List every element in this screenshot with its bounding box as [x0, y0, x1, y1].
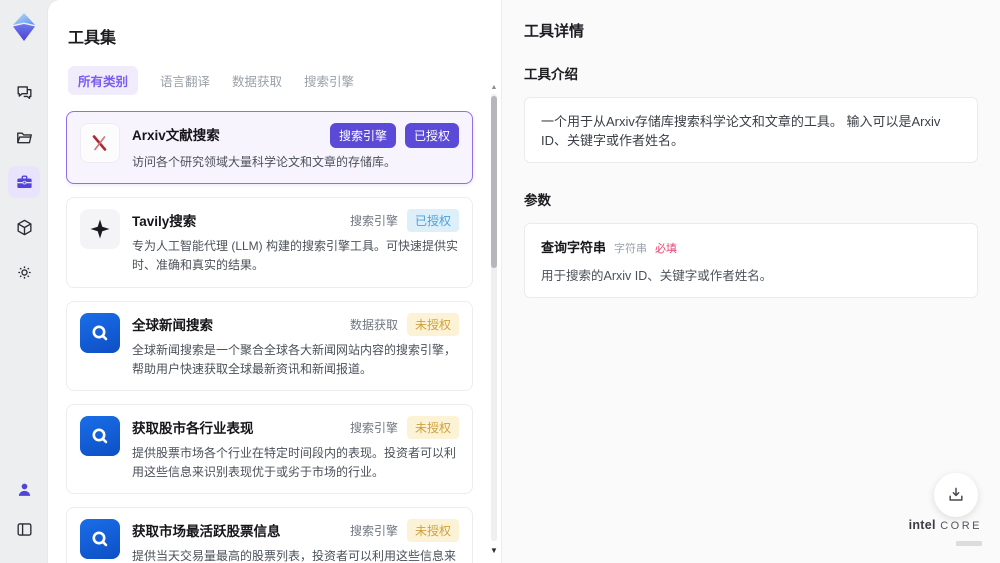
- tool-description: 专为人工智能代理 (LLM) 构建的搜索引擎工具。可快速提供实时、准确和真实的结…: [132, 239, 459, 273]
- app-logo-icon: [11, 12, 37, 42]
- list-scrollbar[interactable]: ▲ ▼: [490, 84, 498, 555]
- tool-status-badge: 未授权: [406, 415, 459, 439]
- left-rail: [0, 0, 48, 563]
- user-icon[interactable]: [8, 473, 40, 505]
- detail-title: 工具详情: [524, 23, 585, 40]
- tool-status-badge: 未授权: [406, 312, 459, 336]
- tool-name: 全球新闻搜索: [132, 317, 213, 333]
- tool-card-arxiv[interactable]: Arxiv文献搜索 搜索引擎 已授权 访问各个研究领域大量科学论文和文章的存储库…: [66, 111, 473, 185]
- tool-status-badge: 未授权: [406, 519, 459, 543]
- page-title: 工具集: [68, 30, 117, 47]
- stock-active-icon: [80, 519, 120, 560]
- param-card: 查询字符串 字符串 必填 用于搜索的Arxiv ID、关键字或作者姓名。: [524, 223, 978, 298]
- category-tabs: 所有类别 语言翻译 数据获取 搜索引擎: [68, 66, 479, 95]
- tool-category-tag: 数据获取: [349, 317, 398, 332]
- chat-icon[interactable]: [8, 76, 40, 108]
- tool-status-badge: 已授权: [404, 123, 459, 148]
- category-tab[interactable]: 所有类别: [68, 66, 139, 95]
- toolbox-icon[interactable]: [8, 166, 40, 198]
- param-description: 用于搜索的Arxiv ID、关键字或作者姓名。: [541, 269, 773, 283]
- tool-category-tag: 搜索引擎: [349, 214, 398, 229]
- tool-name: Arxiv文献搜索: [132, 128, 220, 143]
- param-name: 查询字符串: [541, 240, 607, 255]
- panel-toggle-icon[interactable]: [8, 513, 40, 545]
- tool-card-stock-active[interactable]: 获取市场最活跃股票信息 搜索引擎 未授权 提供当天交易量最高的股票列表，投资者可…: [66, 507, 473, 563]
- tool-card-list: Arxiv文献搜索 搜索引擎 已授权 访问各个研究领域大量科学论文和文章的存储库…: [66, 111, 479, 563]
- scroll-down-icon[interactable]: ▼: [490, 546, 498, 555]
- cube-icon[interactable]: [8, 211, 40, 243]
- brand-subtext: [956, 541, 982, 547]
- scroll-up-icon[interactable]: ▲: [490, 84, 498, 91]
- tool-description: 访问各个研究领域大量科学论文和文章的存储库。: [132, 155, 397, 169]
- params-list: 查询字符串 字符串 必填 用于搜索的Arxiv ID、关键字或作者姓名。: [524, 223, 978, 298]
- settings-gear-icon[interactable]: [8, 256, 40, 288]
- param-type: 字符串: [614, 243, 648, 255]
- main-panel: 工具集 所有类别 语言翻译 数据获取 搜索引擎 Arxiv文献搜索 搜索引擎 已…: [48, 0, 1000, 563]
- tool-category-tag: 搜索引擎: [349, 420, 398, 435]
- tool-name: 获取股市各行业表现: [132, 420, 254, 436]
- download-button[interactable]: [934, 473, 978, 517]
- tool-category-tag: 搜索引擎: [349, 524, 398, 539]
- tool-list-section: 工具集 所有类别 语言翻译 数据获取 搜索引擎 Arxiv文献搜索 搜索引擎 已…: [48, 0, 502, 563]
- brand-intel: intel: [908, 517, 936, 532]
- tool-status-badge: 已授权: [406, 209, 459, 233]
- category-tab[interactable]: 搜索引擎: [304, 66, 354, 95]
- tool-description: 提供当天交易量最高的股票列表，投资者可以利用这些信息来识别流动性强的股票和潜在的…: [132, 549, 457, 563]
- tool-card-tavily[interactable]: Tavily搜索 搜索引擎 已授权 专为人工智能代理 (LLM) 构建的搜索引擎…: [66, 197, 473, 288]
- tool-intro-text: 一个用于从Arxiv存储库搜索科学论文和文章的工具。 输入可以是Arxiv ID…: [524, 97, 978, 163]
- news-search-icon: [80, 312, 120, 353]
- stock-sector-icon: [80, 415, 120, 456]
- tool-description: 全球新闻搜索是一个聚合全球各大新闻网站内容的搜索引擎，帮助用户快速获取全球最新资…: [132, 342, 457, 376]
- tool-category-tag: 搜索引擎: [329, 123, 396, 148]
- category-tab[interactable]: 语言翻译: [160, 66, 210, 95]
- intro-heading: 工具介绍: [524, 67, 578, 82]
- tavily-icon: [80, 209, 120, 250]
- category-tab[interactable]: 数据获取: [232, 66, 282, 95]
- param-required-badge: 必填: [655, 243, 678, 255]
- tool-description: 提供股票市场各个行业在特定时间段内的表现。投资者可以利用这些信息来识别表现优于或…: [132, 445, 457, 480]
- arxiv-icon: [80, 123, 120, 163]
- intel-core-logo: intel core: [909, 516, 982, 551]
- tool-name: Tavily搜索: [132, 214, 197, 230]
- tool-card-global-news[interactable]: 全球新闻搜索 数据获取 未授权 全球新闻搜索是一个聚合全球各大新闻网站内容的搜索…: [66, 300, 473, 391]
- brand-core: core: [940, 519, 982, 532]
- folder-icon[interactable]: [8, 121, 40, 153]
- download-icon: [949, 487, 963, 501]
- tool-detail-section: 工具详情 工具介绍 一个用于从Arxiv存储库搜索科学论文和文章的工具。 输入可…: [502, 0, 1000, 563]
- app-window: 工具集 所有类别 语言翻译 数据获取 搜索引擎 Arxiv文献搜索 搜索引擎 已…: [0, 0, 1000, 563]
- scrollbar-thumb[interactable]: [491, 96, 497, 268]
- params-heading: 参数: [524, 193, 551, 208]
- tool-name: 获取市场最活跃股票信息: [132, 524, 281, 540]
- tool-card-stock-sector[interactable]: 获取股市各行业表现 搜索引擎 未授权 提供股票市场各个行业在特定时间段内的表现。…: [66, 403, 473, 495]
